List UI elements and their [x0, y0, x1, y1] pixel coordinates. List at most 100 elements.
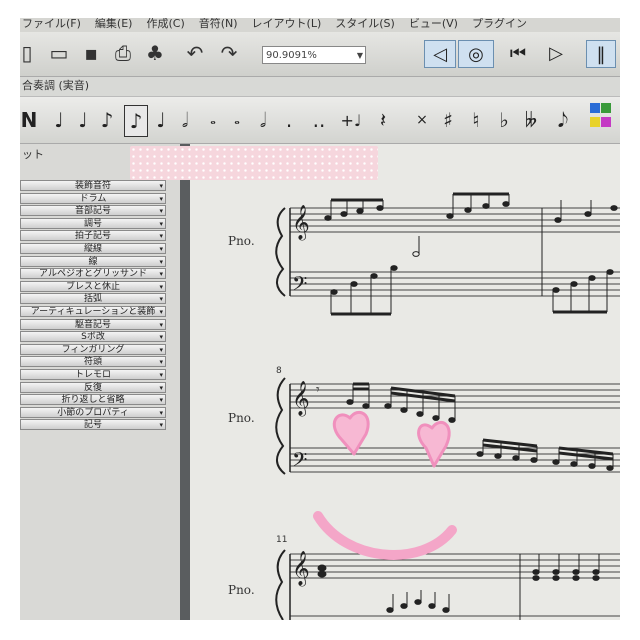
tie-icon[interactable]: +♩	[338, 105, 364, 135]
rewind-icon[interactable]: ⏮	[508, 40, 528, 66]
menu-edit[interactable]: 編集(E)	[95, 18, 133, 32]
chevron-down-icon: ▾	[159, 219, 163, 228]
speaker-icon[interactable]: ◁	[424, 40, 456, 68]
instrument-label: Pno.	[228, 583, 255, 597]
natural-icon[interactable]: ♮	[468, 105, 484, 135]
midi-input-icon[interactable]: ◎	[458, 40, 494, 68]
palette-item-barlines[interactable]: 縦線 ▾	[20, 242, 166, 254]
undo-icon[interactable]: ↶	[182, 40, 208, 66]
redo-icon[interactable]: ↷	[216, 40, 242, 66]
double-sharp-icon[interactable]: ×	[414, 105, 430, 135]
rest-icon[interactable]: 𝄽	[374, 105, 392, 135]
menu-plugins[interactable]: プラグイン	[472, 18, 527, 32]
note-64th-icon[interactable]: ♩	[50, 105, 68, 135]
menu-file[interactable]: ファイル(F)	[22, 18, 81, 32]
flat-icon[interactable]: ♭	[496, 105, 512, 135]
chevron-down-icon: ▾	[159, 232, 163, 241]
palette-title: 合奏調 (実音)	[22, 79, 90, 92]
voice-2-icon[interactable]	[601, 103, 611, 113]
palette-item-time-signatures[interactable]: 拍子記号 ▾	[20, 230, 166, 242]
palette-item-noteheads[interactable]: 符頭 ▾	[20, 356, 166, 368]
chevron-down-icon: ▾	[159, 282, 163, 291]
menu-view[interactable]: ビュー(V)	[409, 18, 458, 32]
menu-layout[interactable]: レイアウト(L)	[252, 18, 322, 32]
palette-item-symbols[interactable]: 記号 ▾	[20, 419, 166, 431]
double-dot-icon[interactable]: ..	[310, 105, 328, 135]
sharp-icon[interactable]: ♯	[440, 105, 456, 135]
palette-item-lines[interactable]: 線 ▾	[20, 255, 166, 267]
score-page: Pno. 𝄞 𝄢 8 Pno. 𝄞 𝄢 𝄾 11 Pno. 𝄞	[228, 192, 620, 620]
palette-item-drum[interactable]: ドラム ▾	[20, 192, 166, 204]
chevron-down-icon: ▾	[159, 307, 163, 316]
panel-splitter[interactable]	[180, 144, 190, 620]
treble-clef-icon: 𝄞	[292, 381, 310, 417]
menu-notes[interactable]: 音符(N)	[199, 18, 238, 32]
chevron-down-icon: ▾	[159, 358, 163, 367]
note-half-icon[interactable]: 𝅗𝅥	[176, 105, 194, 135]
note-16th-icon[interactable]: ♪	[98, 105, 116, 135]
chevron-down-icon: ▾	[159, 333, 163, 342]
chevron-down-icon: ▾	[159, 295, 163, 304]
notes-bass-1	[330, 236, 614, 316]
note-input-toolbar: N ♩ ♩ ♪ ♪ ♩ 𝅗𝅥 𝅝 𝅝 𝅗𝅥 . .. +♩ 𝄽 × ♯ ♮ ♭ …	[20, 96, 620, 144]
palette-item-brackets[interactable]: 括弧 ▾	[20, 293, 166, 305]
palette-item-grace-notes[interactable]: 装飾音符 ▾	[20, 180, 166, 191]
palette-item-articulations[interactable]: アーティキュレーションと装飾 ▾	[20, 305, 166, 317]
chevron-down-icon: ▾	[159, 370, 163, 379]
note-eighth-icon[interactable]: ♪	[124, 105, 148, 137]
zoom-select[interactable]: 90.9091% ▼	[262, 46, 366, 64]
note-quarter-icon[interactable]: ♩	[152, 105, 170, 135]
palette-item-tremolo[interactable]: トレモロ ▾	[20, 368, 166, 380]
voice-3-icon[interactable]	[590, 117, 600, 127]
score-canvas[interactable]: Pno. 𝄞 𝄢 8 Pno. 𝄞 𝄢 𝄾 11 Pno. 𝄞	[190, 144, 620, 620]
play-icon[interactable]: ▷	[546, 40, 566, 66]
note-double-whole-icon[interactable]: 𝅝	[228, 105, 246, 135]
open-folder-icon[interactable]: ▭	[46, 40, 72, 66]
menu-style[interactable]: スタイル(S)	[335, 18, 395, 32]
note-input-toggle[interactable]: N	[20, 105, 38, 135]
note-whole-icon[interactable]: 𝅝	[204, 105, 222, 135]
bass-clef-icon: 𝄢	[292, 448, 307, 476]
system-2: 8 Pno. 𝄞 𝄢 𝄾	[228, 366, 620, 476]
palette-item-arpeggio[interactable]: アルペジオとグリッサンド ▾	[20, 268, 166, 280]
chevron-down-icon: ▾	[159, 182, 163, 190]
menu-create[interactable]: 作成(C)	[146, 18, 184, 32]
palette-item-repeats-jumps[interactable]: 折り返しと省略 ▾	[20, 394, 166, 406]
palette-item-measure-properties[interactable]: 小節のプロパティ ▾	[20, 406, 166, 418]
new-file-icon[interactable]: ▯	[20, 40, 40, 66]
chevron-down-icon: ▾	[159, 207, 163, 216]
chevron-down-icon: ▾	[159, 320, 163, 329]
double-flat-icon[interactable]: 𝄫	[522, 105, 540, 135]
print-icon[interactable]: ⎙	[110, 40, 136, 66]
grace-note-icon[interactable]: 𝅘𝅥𝅮	[554, 105, 572, 135]
chevron-down-icon: ▾	[159, 345, 163, 354]
palette-item-clefs[interactable]: 音部記号 ▾	[20, 205, 166, 217]
parts-icon[interactable]: ♣	[142, 40, 168, 66]
chevron-down-icon: ▾	[159, 194, 163, 203]
right-heart-doodle	[417, 421, 451, 468]
palette-panel: ット 装飾音符 ▾ ドラム ▾ 音部記号 ▾ 調号 ▾ 拍子記号 ▾ 縦線 ▾ 線 ▾ アルペ…	[20, 144, 180, 620]
brace	[275, 377, 286, 475]
zoom-value: 90.9091%	[266, 50, 317, 61]
chevron-down-icon: ▾	[159, 408, 163, 417]
measure-number: 8	[276, 366, 282, 376]
menu-bar: ファイル(F) 編集(E) 作成(C) 音符(N) レイアウト(L) スタイル(…	[20, 18, 620, 32]
note-longa-icon[interactable]: 𝅗𝅥	[254, 105, 272, 135]
palette-item-misc[interactable]: Sボ改 ▾	[20, 331, 166, 343]
chevron-down-icon: ▼	[356, 51, 363, 60]
palette-item-noteheads-marks[interactable]: 駆音記号 ▾	[20, 318, 166, 330]
app-window: ファイル(F) 編集(E) 作成(C) 音符(N) レイアウト(L) スタイル(…	[20, 18, 620, 620]
voice-selector[interactable]	[590, 99, 612, 139]
palette-item-key-signatures[interactable]: 調号 ▾	[20, 217, 166, 229]
palette-item-repeats[interactable]: 反復 ▾	[20, 381, 166, 393]
chevron-down-icon: ▾	[159, 257, 163, 266]
voice-1-icon[interactable]	[590, 103, 600, 113]
palette-item-fingering[interactable]: フィンガリング ▾	[20, 343, 166, 355]
voice-4-icon[interactable]	[601, 117, 611, 127]
pause-icon[interactable]: ‖	[586, 40, 616, 68]
note-32nd-icon[interactable]: ♩	[74, 105, 92, 135]
palette-item-breath[interactable]: ブレスと休止 ▾	[20, 280, 166, 292]
palette-list: 装飾音符 ▾ ドラム ▾ 音部記号 ▾ 調号 ▾ 拍子記号 ▾ 縦線 ▾ 線 ▾ アルペジオと…	[20, 180, 166, 432]
save-icon[interactable]: ▪	[78, 40, 104, 66]
dot-icon[interactable]: .	[282, 105, 296, 135]
